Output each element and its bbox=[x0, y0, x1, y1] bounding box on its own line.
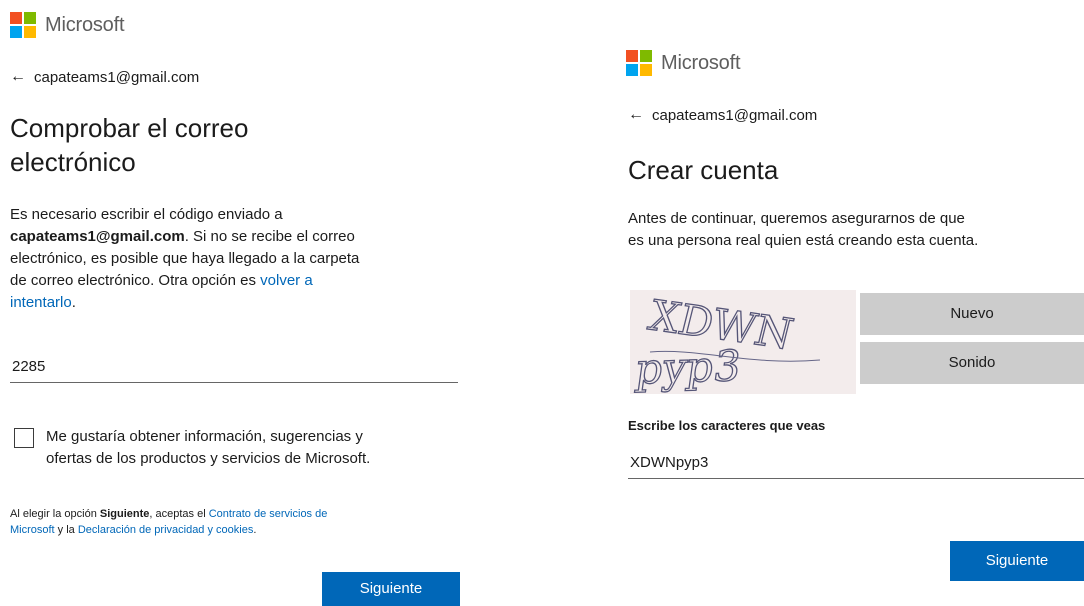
verification-line2: es una persona real quien está creando e… bbox=[628, 232, 979, 249]
instructions-end: . bbox=[71, 294, 76, 311]
next-button[interactable]: Siguiente bbox=[322, 572, 460, 606]
instructions-email: capateams1@gmail.com bbox=[10, 228, 185, 245]
brand-name: Microsoft bbox=[661, 51, 741, 74]
captcha-input-value: XDWNpyp3 bbox=[630, 454, 709, 471]
brand-header: Microsoft bbox=[10, 12, 125, 38]
back-email-link[interactable]: ← capateams1@gmail.com bbox=[10, 68, 199, 86]
captcha-field-label: Escribe los caracteres que veas bbox=[628, 418, 826, 433]
checkbox-label-line1: Me gustaría obtener información, sugeren… bbox=[46, 428, 363, 445]
arrow-left-icon[interactable]: ← bbox=[10, 68, 26, 86]
verification-line1: Antes de continuar, queremos asegurarnos… bbox=[628, 210, 965, 227]
verification-text: Antes de continuar, queremos asegurarnos… bbox=[628, 208, 1084, 252]
audio-captcha-button[interactable]: Sonido bbox=[860, 342, 1084, 384]
captcha-graphic: XDWN pyp3 bbox=[632, 290, 821, 394]
page-title: Crear cuenta bbox=[628, 155, 779, 185]
marketing-checkbox[interactable] bbox=[14, 428, 34, 448]
account-email: capateams1@gmail.com bbox=[34, 68, 200, 86]
instructions-line1: Es necesario escribir el código enviado … bbox=[10, 206, 283, 223]
services-agreement-link[interactable]: Contrato de servicios de bbox=[209, 508, 328, 520]
brand-name: Microsoft bbox=[45, 13, 125, 36]
services-agreement-link-cont[interactable]: Microsoft bbox=[10, 524, 55, 536]
legal-prefix: Al elegir la opción bbox=[10, 508, 100, 520]
microsoft-logo-icon bbox=[10, 12, 36, 38]
arrow-left-icon[interactable]: ← bbox=[628, 106, 644, 124]
new-captcha-button[interactable]: Nuevo bbox=[860, 293, 1084, 335]
account-email: capateams1@gmail.com bbox=[652, 106, 818, 124]
brand-header: Microsoft bbox=[626, 50, 741, 76]
instructions-line2: . Si no se recibe el correo bbox=[184, 228, 355, 245]
captcha-image: XDWN pyp3 bbox=[630, 290, 856, 394]
code-input-value: 2285 bbox=[12, 358, 46, 375]
marketing-opt-in[interactable]: Me gustaría obtener información, sugeren… bbox=[14, 426, 480, 470]
captcha-input[interactable]: XDWNpyp3 bbox=[628, 450, 1084, 479]
page-title-line2: electrónico bbox=[10, 147, 136, 177]
page-title: Comprobar el correo electrónico bbox=[10, 111, 248, 179]
checkbox-label-line2: ofertas de los productos y servicios de … bbox=[46, 450, 371, 467]
legal-mid: , aceptas el bbox=[149, 508, 209, 520]
retry-link-part1[interactable]: volver a bbox=[260, 272, 313, 289]
create-account-panel: Microsoft ← capateams1@gmail.com Crear c… bbox=[600, 0, 1084, 606]
retry-link-part2[interactable]: intentarlo bbox=[10, 294, 72, 311]
marketing-checkbox-label[interactable]: Me gustaría obtener información, sugeren… bbox=[46, 426, 370, 470]
back-email-link[interactable]: ← capateams1@gmail.com bbox=[628, 106, 817, 124]
legal-and: y la bbox=[54, 524, 78, 536]
instructions-text: Es necesario escribir el código enviado … bbox=[10, 204, 480, 314]
instructions-line4: de correo electrónico. Otra opción es bbox=[10, 272, 261, 289]
page-title-line1: Comprobar el correo bbox=[10, 113, 249, 143]
instructions-line3: electrónico, es posible que haya llegado… bbox=[10, 250, 360, 267]
verify-email-panel: Microsoft ← capateams1@gmail.com Comprob… bbox=[0, 0, 480, 606]
captcha-text-line2: pyp3 bbox=[633, 341, 744, 394]
legal-bold: Siguiente bbox=[99, 508, 150, 520]
next-button[interactable]: Siguiente bbox=[950, 541, 1084, 581]
privacy-statement-link[interactable]: Declaración de privacidad y cookies bbox=[78, 524, 253, 536]
legal-end: . bbox=[253, 524, 257, 536]
microsoft-logo-icon bbox=[626, 50, 652, 76]
code-input[interactable]: 2285 bbox=[10, 354, 458, 383]
legal-text: Al elegir la opción Siguiente, aceptas e… bbox=[10, 506, 470, 538]
